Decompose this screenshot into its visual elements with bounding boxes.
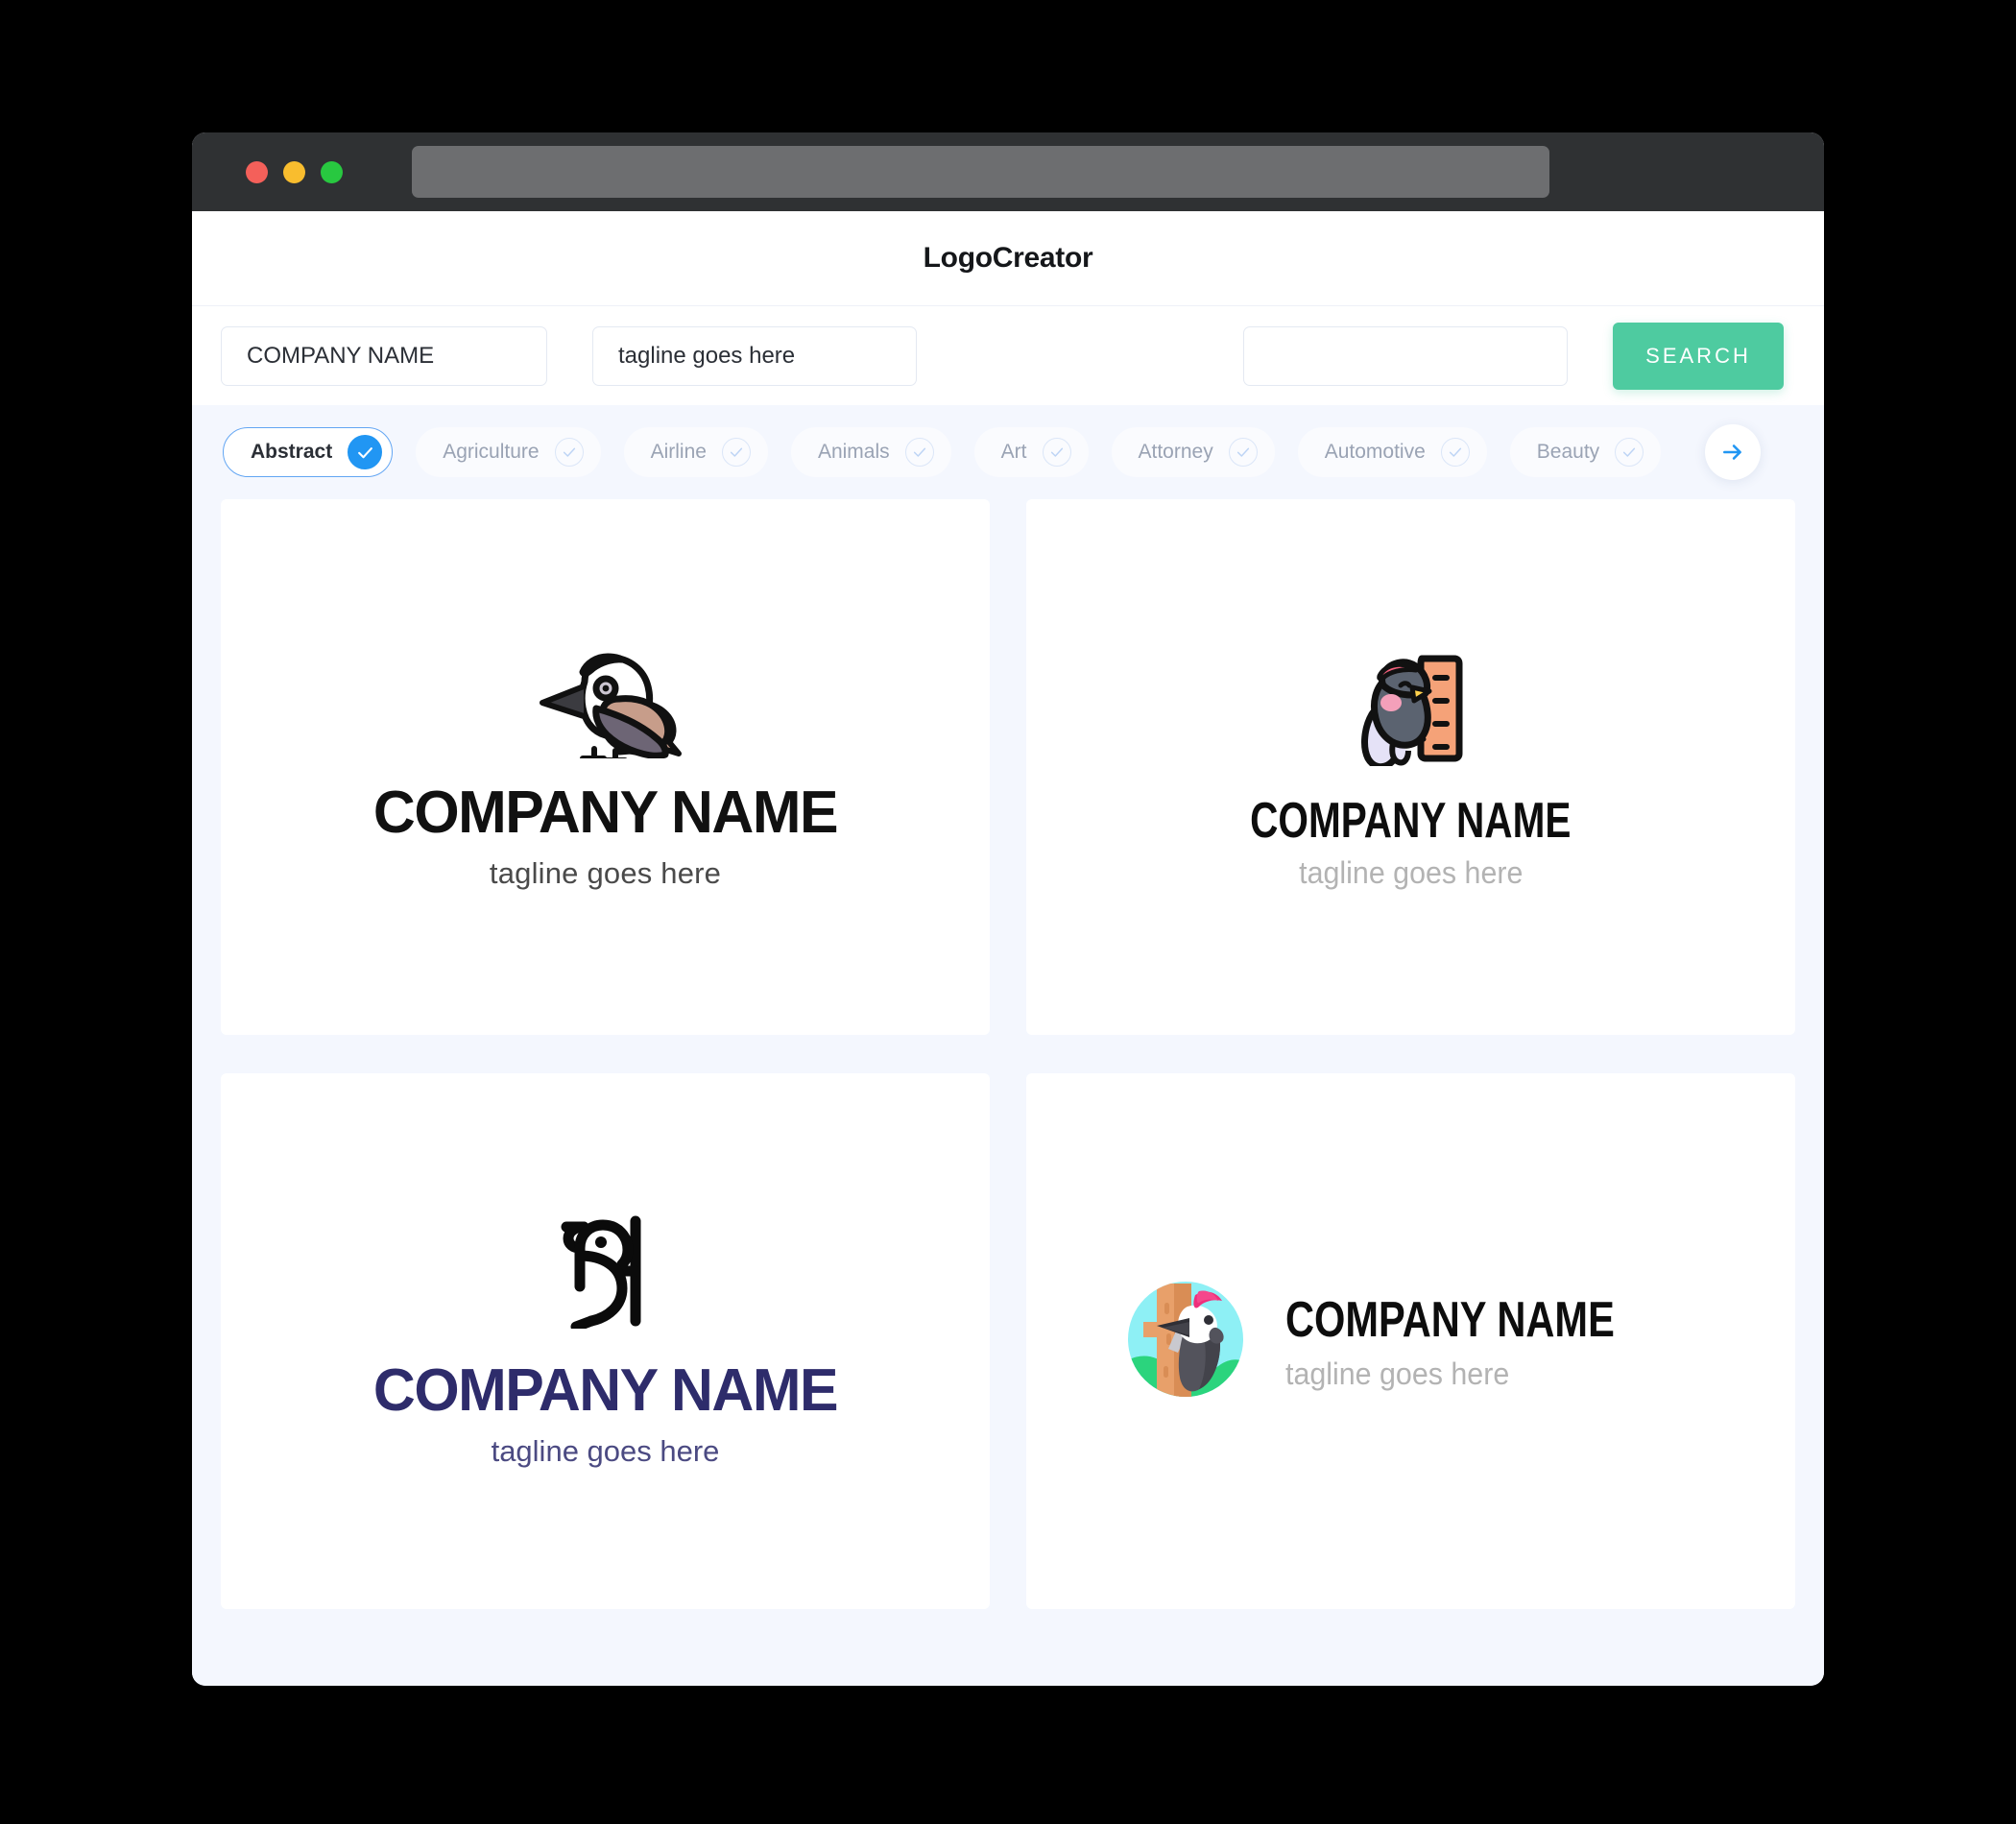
logo-text-block: COMPANY NAME tagline goes here bbox=[1285, 1291, 1697, 1392]
minimize-window-button[interactable] bbox=[283, 160, 305, 183]
search-toolbar: COMPANY NAME tagline goes here SEARCH bbox=[192, 306, 1824, 405]
traffic-light-buttons bbox=[246, 160, 343, 183]
logo-tagline: tagline goes here bbox=[1298, 855, 1524, 890]
maximize-window-button[interactable] bbox=[321, 160, 343, 183]
check-icon bbox=[1228, 438, 1258, 467]
check-icon bbox=[348, 435, 383, 469]
category-chip-attorney[interactable]: Attorney bbox=[1111, 427, 1275, 477]
category-chip-label: Airline bbox=[650, 441, 707, 463]
logo-results-grid: COMPANY NAME tagline goes here COMPANY N… bbox=[221, 499, 1795, 1609]
category-chip-label: Agriculture bbox=[443, 441, 540, 463]
app-header: LogoCreator bbox=[192, 211, 1824, 306]
categories-next-button[interactable] bbox=[1705, 424, 1761, 480]
category-chip-abstract[interactable]: Abstract bbox=[223, 427, 394, 477]
logo-company-name: COMPANY NAME bbox=[372, 1357, 839, 1424]
browser-titlebar bbox=[192, 132, 1824, 211]
browser-address-bar[interactable] bbox=[412, 146, 1549, 198]
category-chip-beauty[interactable]: Beauty bbox=[1509, 427, 1662, 477]
category-chip-label: Beauty bbox=[1536, 441, 1600, 463]
keyword-input[interactable] bbox=[1243, 325, 1568, 386]
category-chip-label: Art bbox=[1000, 441, 1027, 463]
check-icon bbox=[1615, 438, 1644, 467]
category-chip-automotive[interactable]: Automotive bbox=[1297, 427, 1487, 477]
logo-card[interactable]: COMPANY NAME tagline goes here bbox=[1026, 499, 1795, 1035]
close-window-button[interactable] bbox=[246, 160, 268, 183]
category-chip-art[interactable]: Art bbox=[973, 427, 1089, 477]
woodpecker-line-monogram-icon bbox=[553, 1213, 659, 1333]
logo-card[interactable]: COMPANY NAME tagline goes here bbox=[221, 1073, 990, 1609]
logo-tagline: tagline goes here bbox=[1285, 1356, 1510, 1391]
check-icon bbox=[1440, 438, 1470, 467]
check-icon bbox=[721, 438, 751, 467]
logo-company-name: COMPANY NAME bbox=[1250, 793, 1572, 849]
cartoon-woodpecker-on-trunk-icon bbox=[1351, 643, 1472, 771]
page-title: LogoCreator bbox=[923, 242, 1093, 274]
search-button[interactable]: SEARCH bbox=[1613, 322, 1784, 390]
check-icon bbox=[904, 438, 934, 467]
company-name-input[interactable]: COMPANY NAME bbox=[221, 325, 547, 386]
woodpecker-bird-outline-icon bbox=[523, 643, 688, 763]
category-chip-label: Attorney bbox=[1138, 441, 1213, 463]
logo-card[interactable]: COMPANY NAME tagline goes here bbox=[221, 499, 990, 1035]
category-filter-bar: Abstract Agriculture Airline Animals Art… bbox=[221, 405, 1795, 499]
logo-company-name: COMPANY NAME bbox=[372, 780, 839, 846]
logo-company-name: COMPANY NAME bbox=[1285, 1291, 1616, 1348]
category-chip-agriculture[interactable]: Agriculture bbox=[416, 427, 601, 477]
logo-tagline: tagline goes here bbox=[489, 856, 722, 890]
category-chip-label: Animals bbox=[817, 441, 890, 463]
check-icon bbox=[554, 438, 584, 467]
category-chip-label: Automotive bbox=[1324, 441, 1426, 463]
tagline-input[interactable]: tagline goes here bbox=[592, 325, 917, 386]
app-body: Abstract Agriculture Airline Animals Art… bbox=[192, 405, 1824, 1686]
logo-tagline: tagline goes here bbox=[491, 1434, 720, 1468]
browser-window: LogoCreator COMPANY NAME tagline goes he… bbox=[192, 132, 1824, 1686]
category-chip-airline[interactable]: Airline bbox=[623, 427, 768, 477]
category-chip-animals[interactable]: Animals bbox=[790, 427, 951, 477]
check-icon bbox=[1042, 438, 1071, 467]
category-chip-label: Abstract bbox=[251, 441, 333, 463]
woodpecker-circle-badge-icon bbox=[1124, 1278, 1247, 1405]
arrow-right-icon bbox=[1723, 444, 1741, 460]
logo-card[interactable]: COMPANY NAME tagline goes here bbox=[1026, 1073, 1795, 1609]
